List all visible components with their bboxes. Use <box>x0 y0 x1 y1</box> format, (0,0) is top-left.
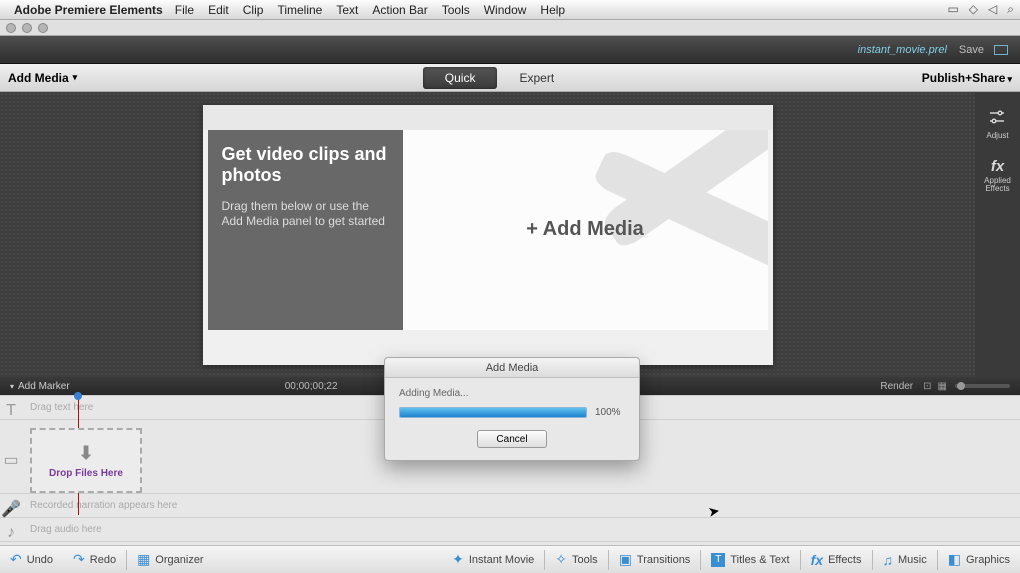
narration-track-hint: Recorded narration appears here <box>30 500 177 511</box>
timecode-display[interactable]: 00;00;00;22 <box>285 381 338 392</box>
redo-button[interactable]: ↷Redo <box>63 546 126 573</box>
fullscreen-icon[interactable] <box>994 45 1008 55</box>
menu-file[interactable]: File <box>175 3 194 17</box>
add-media-dialog: Add Media Adding Media... 100% Cancel <box>384 357 640 461</box>
wifi-icon[interactable]: ◇ <box>969 2 978 17</box>
redo-icon: ↷ <box>73 551 85 568</box>
menu-window[interactable]: Window <box>484 3 527 17</box>
right-sidebar: Adjust fx Applied Effects <box>975 92 1020 377</box>
arrow-down-icon: ⬇ <box>78 443 93 464</box>
progress-bar <box>399 407 587 418</box>
bottom-action-bar: ↶Undo ↷Redo ▦Organizer ✦Instant Movie ✧T… <box>0 545 1020 573</box>
add-media-dropdown[interactable]: Add Media <box>8 71 77 85</box>
app-name[interactable]: Adobe Premiere Elements <box>14 3 163 17</box>
zoom-window-button[interactable] <box>38 23 48 33</box>
canvas-background: Get video clips and photos Drag them bel… <box>0 92 975 377</box>
graphics-button[interactable]: ◧Graphics <box>938 546 1020 573</box>
macos-menubar: Adobe Premiere Elements File Edit Clip T… <box>0 0 1020 20</box>
tab-expert[interactable]: Expert <box>497 67 576 89</box>
titles-button[interactable]: TTitles & Text <box>701 546 799 573</box>
cancel-button[interactable]: Cancel <box>477 430 547 448</box>
window-controls <box>0 20 1020 36</box>
add-marker-button[interactable]: Add Marker <box>18 381 70 392</box>
transitions-icon: ▣ <box>619 551 632 568</box>
render-button[interactable]: Render <box>880 381 913 392</box>
menu-help[interactable]: Help <box>540 3 565 17</box>
dialog-status: Adding Media... <box>399 388 625 399</box>
minimize-window-button[interactable] <box>22 23 32 33</box>
volume-icon[interactable]: ◁ <box>988 2 997 17</box>
audio-track[interactable]: Drag audio here <box>0 518 1020 542</box>
film-strip-decoration <box>578 130 768 290</box>
progress-fill <box>400 408 586 417</box>
get-started-sub: Drag them below or use the Add Media pan… <box>222 199 389 230</box>
text-track-hint: Drag text here <box>30 402 93 413</box>
publish-share-dropdown[interactable]: Publish+Share <box>922 71 1012 85</box>
menu-timeline[interactable]: Timeline <box>277 3 322 17</box>
sliders-icon <box>989 110 1005 129</box>
narration-track-icon[interactable]: 🎤 <box>0 497 22 521</box>
mouse-cursor: ➤ <box>707 502 722 521</box>
undo-button[interactable]: ↶Undo <box>0 546 63 573</box>
expand-icon[interactable]: ▾ <box>10 382 14 391</box>
applied-effects-panel-button[interactable]: fx Applied Effects <box>975 158 1020 193</box>
work-area: Get video clips and photos Drag them bel… <box>0 92 1020 377</box>
effects-label: Applied Effects <box>975 177 1020 193</box>
narration-track[interactable]: Recorded narration appears here <box>0 494 1020 518</box>
text-track-icon[interactable]: T <box>0 399 22 423</box>
preview-top-strip <box>203 105 773 130</box>
main-toolbar: Add Media Quick Expert Publish+Share <box>0 64 1020 92</box>
adjust-panel-button[interactable]: Adjust <box>986 110 1008 140</box>
fx-icon: fx <box>991 158 1004 175</box>
menu-actionbar[interactable]: Action Bar <box>372 3 427 17</box>
dialog-title: Add Media <box>385 358 639 378</box>
view-tabs: Quick Expert <box>423 67 576 89</box>
transitions-button[interactable]: ▣Transitions <box>609 546 701 573</box>
graphics-icon: ◧ <box>948 551 961 568</box>
preview-panel: Get video clips and photos Drag them bel… <box>203 105 773 365</box>
menu-tools[interactable]: Tools <box>442 3 470 17</box>
close-window-button[interactable] <box>6 23 16 33</box>
add-media-drop-area[interactable]: + Add Media <box>403 130 768 330</box>
drop-files-label: Drop Files Here <box>49 468 123 479</box>
organizer-button[interactable]: ▦Organizer <box>127 546 214 573</box>
audio-track-hint: Drag audio here <box>30 524 102 535</box>
undo-icon: ↶ <box>10 551 22 568</box>
grid-icon[interactable]: ▦ <box>938 381 947 392</box>
save-button[interactable]: Save <box>959 44 984 56</box>
drop-files-zone[interactable]: ⬇ Drop Files Here <box>30 428 142 493</box>
get-started-heading: Get video clips and photos <box>222 144 389 187</box>
progress-percent: 100% <box>595 407 625 418</box>
add-media-label: + Add Media <box>526 218 644 241</box>
menu-text[interactable]: Text <box>336 3 358 17</box>
spotlight-icon[interactable]: ⌕ <box>1007 2 1014 17</box>
wand-icon: ✦ <box>452 551 464 568</box>
fx-small-icon: fx <box>811 552 823 568</box>
instant-movie-button[interactable]: ✦Instant Movie <box>442 546 544 573</box>
audio-track-icon[interactable]: ♪ <box>0 521 22 545</box>
menu-edit[interactable]: Edit <box>208 3 229 17</box>
organizer-icon: ▦ <box>137 551 150 568</box>
music-button[interactable]: ♫Music <box>873 546 937 573</box>
music-icon: ♫ <box>883 552 894 568</box>
project-filename: instant_movie.prel <box>858 44 947 56</box>
effects-button[interactable]: fxEffects <box>801 546 872 573</box>
fit-icon[interactable]: ⊡ <box>923 381 931 392</box>
tools-button[interactable]: ✧Tools <box>545 546 607 573</box>
adjust-label: Adjust <box>986 131 1008 140</box>
zoom-slider[interactable] <box>955 384 1010 388</box>
tab-quick[interactable]: Quick <box>423 67 498 89</box>
get-started-box: Get video clips and photos Drag them bel… <box>208 130 403 330</box>
battery-icon[interactable]: ▭ <box>947 2 958 17</box>
app-header: instant_movie.prel Save <box>0 36 1020 64</box>
menu-clip[interactable]: Clip <box>243 3 264 17</box>
tools-icon: ✧ <box>555 551 567 568</box>
video-track-icon[interactable]: ▭ <box>0 423 22 497</box>
titles-icon: T <box>711 553 725 567</box>
